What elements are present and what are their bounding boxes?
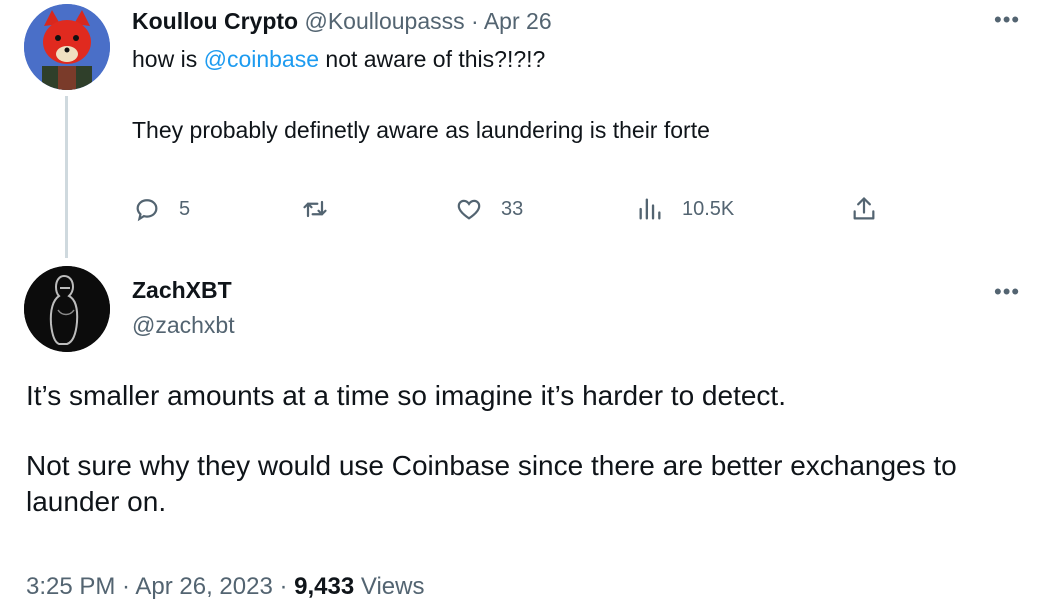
mention-link[interactable]: @coinbase — [204, 46, 319, 72]
like-count: 33 — [501, 197, 524, 220]
tweet-views-count: 9,433 — [294, 573, 355, 600]
tweet-timestamp[interactable]: 3:25 PM · Apr 26, 2023 · — [26, 573, 294, 600]
main-tweet-text: It’s smaller amounts at a time so imagin… — [26, 378, 1026, 520]
reply-tweet-text: how is @coinbase not aware of this?!?!? … — [132, 44, 1012, 146]
reply-author-handle[interactable]: @Koulloupasss — [304, 8, 464, 34]
retweet-action[interactable] — [301, 191, 329, 227]
reply-tweet-header: Koullou Crypto @Koulloupasss · Apr 26 — [132, 6, 552, 36]
reply-more-button[interactable]: ••• — [994, 9, 1020, 31]
main-author-name[interactable]: ZachXBT — [132, 275, 232, 305]
retweet-icon — [303, 200, 327, 218]
heart-icon — [457, 199, 481, 220]
views-count: 10.5K — [682, 197, 735, 220]
avatar-zachxbt[interactable] — [24, 266, 110, 352]
main-author-handle[interactable]: @zachxbt — [132, 310, 235, 340]
reply-author-name[interactable]: Koullou Crypto — [132, 8, 298, 34]
red-fox-avatar-icon — [24, 4, 110, 90]
analytics-icon — [639, 198, 661, 220]
reply-date[interactable]: Apr 26 — [484, 8, 552, 34]
thread-connector-line — [65, 96, 68, 258]
reply-text-prefix: how is — [132, 46, 204, 72]
reply-icon — [136, 199, 158, 222]
tweet-footer: 3:25 PM · Apr 26, 2023 · 9,433 Views — [26, 570, 424, 604]
header-separator: · — [471, 8, 479, 34]
reply-text-suffix: not aware of this?!?!? — [319, 46, 546, 72]
reply-text-line2: They probably definetly aware as launder… — [132, 117, 710, 143]
reply-action-bar: 5 33 10.5K — [0, 191, 1037, 227]
views-action[interactable]: 10.5K — [636, 191, 734, 227]
share-action[interactable] — [850, 191, 878, 227]
like-action[interactable]: 33 — [455, 191, 523, 227]
main-text-line2: Not sure why they would use Coinbase sin… — [26, 450, 957, 517]
detective-avatar-icon — [24, 266, 110, 352]
reply-action[interactable]: 5 — [133, 191, 190, 227]
main-more-button[interactable]: ••• — [994, 281, 1020, 303]
reply-count: 5 — [179, 197, 191, 220]
share-icon — [853, 197, 875, 220]
main-text-line1: It’s smaller amounts at a time so imagin… — [26, 380, 786, 411]
tweet-views-label: Views — [354, 573, 425, 600]
avatar-koullou[interactable] — [24, 4, 110, 90]
